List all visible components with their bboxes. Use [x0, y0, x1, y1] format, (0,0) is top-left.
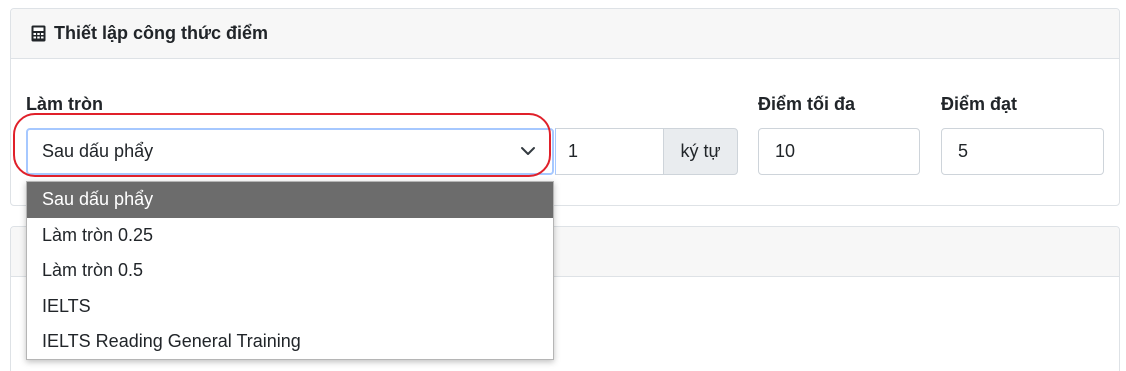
- max-score-label: Điểm tối đa: [758, 94, 856, 114]
- max-score-input[interactable]: 10: [758, 128, 920, 175]
- rounding-dropdown-list: Sau dấu phẩy Làm tròn 0.25 Làm tròn 0.5 …: [26, 181, 554, 360]
- rounding-digits-input[interactable]: 1: [555, 128, 664, 175]
- chevron-down-icon: [521, 147, 535, 155]
- rounding-option[interactable]: Sau dấu phẩy: [27, 182, 553, 218]
- card-title: Thiết lập công thức điểm: [54, 23, 269, 43]
- rounding-option[interactable]: IELTS Reading General Training: [27, 324, 553, 360]
- rounding-option[interactable]: Làm tròn 0.25: [27, 218, 553, 254]
- rounding-select[interactable]: Sau dấu phẩy: [26, 128, 554, 175]
- rounding-label: Làm tròn: [26, 94, 104, 114]
- pass-score-input[interactable]: 5: [941, 128, 1104, 175]
- pass-score-label: Điểm đạt: [941, 94, 1018, 114]
- rounding-option[interactable]: IELTS: [27, 289, 553, 325]
- card-header: Thiết lập công thức điểm: [11, 9, 1119, 59]
- calculator-icon: [31, 25, 46, 42]
- digits-unit-addon: ký tự: [663, 128, 738, 175]
- rounding-select-value: Sau dấu phẩy: [42, 141, 154, 161]
- rounding-option[interactable]: Làm tròn 0.5: [27, 253, 553, 289]
